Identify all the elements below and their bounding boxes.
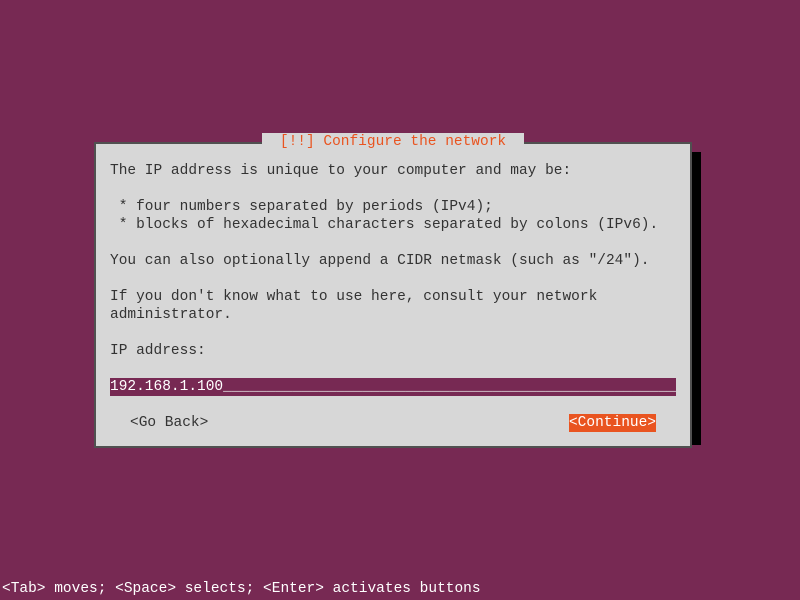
ip-address-value: 192.168.1.100 [110, 378, 223, 396]
go-back-button[interactable]: <Go Back> [130, 414, 208, 432]
footer-hint: <Tab> moves; <Space> selects; <Enter> ac… [2, 580, 481, 598]
dialog-description: The IP address is unique to your compute… [110, 162, 676, 324]
dialog-title: [!!] Configure the network [271, 133, 515, 151]
continue-button[interactable]: <Continue> [569, 414, 656, 432]
dialog-title-row: ─ [!!] Configure the network ─ [96, 133, 690, 151]
ip-address-input[interactable]: 192.168.1.100 [110, 378, 676, 396]
button-row: <Go Back> <Continue> [110, 414, 676, 432]
network-config-dialog: ─ [!!] Configure the network ─ The IP ad… [94, 142, 692, 448]
ip-address-label: IP address: [110, 342, 676, 360]
input-fill [223, 378, 676, 396]
